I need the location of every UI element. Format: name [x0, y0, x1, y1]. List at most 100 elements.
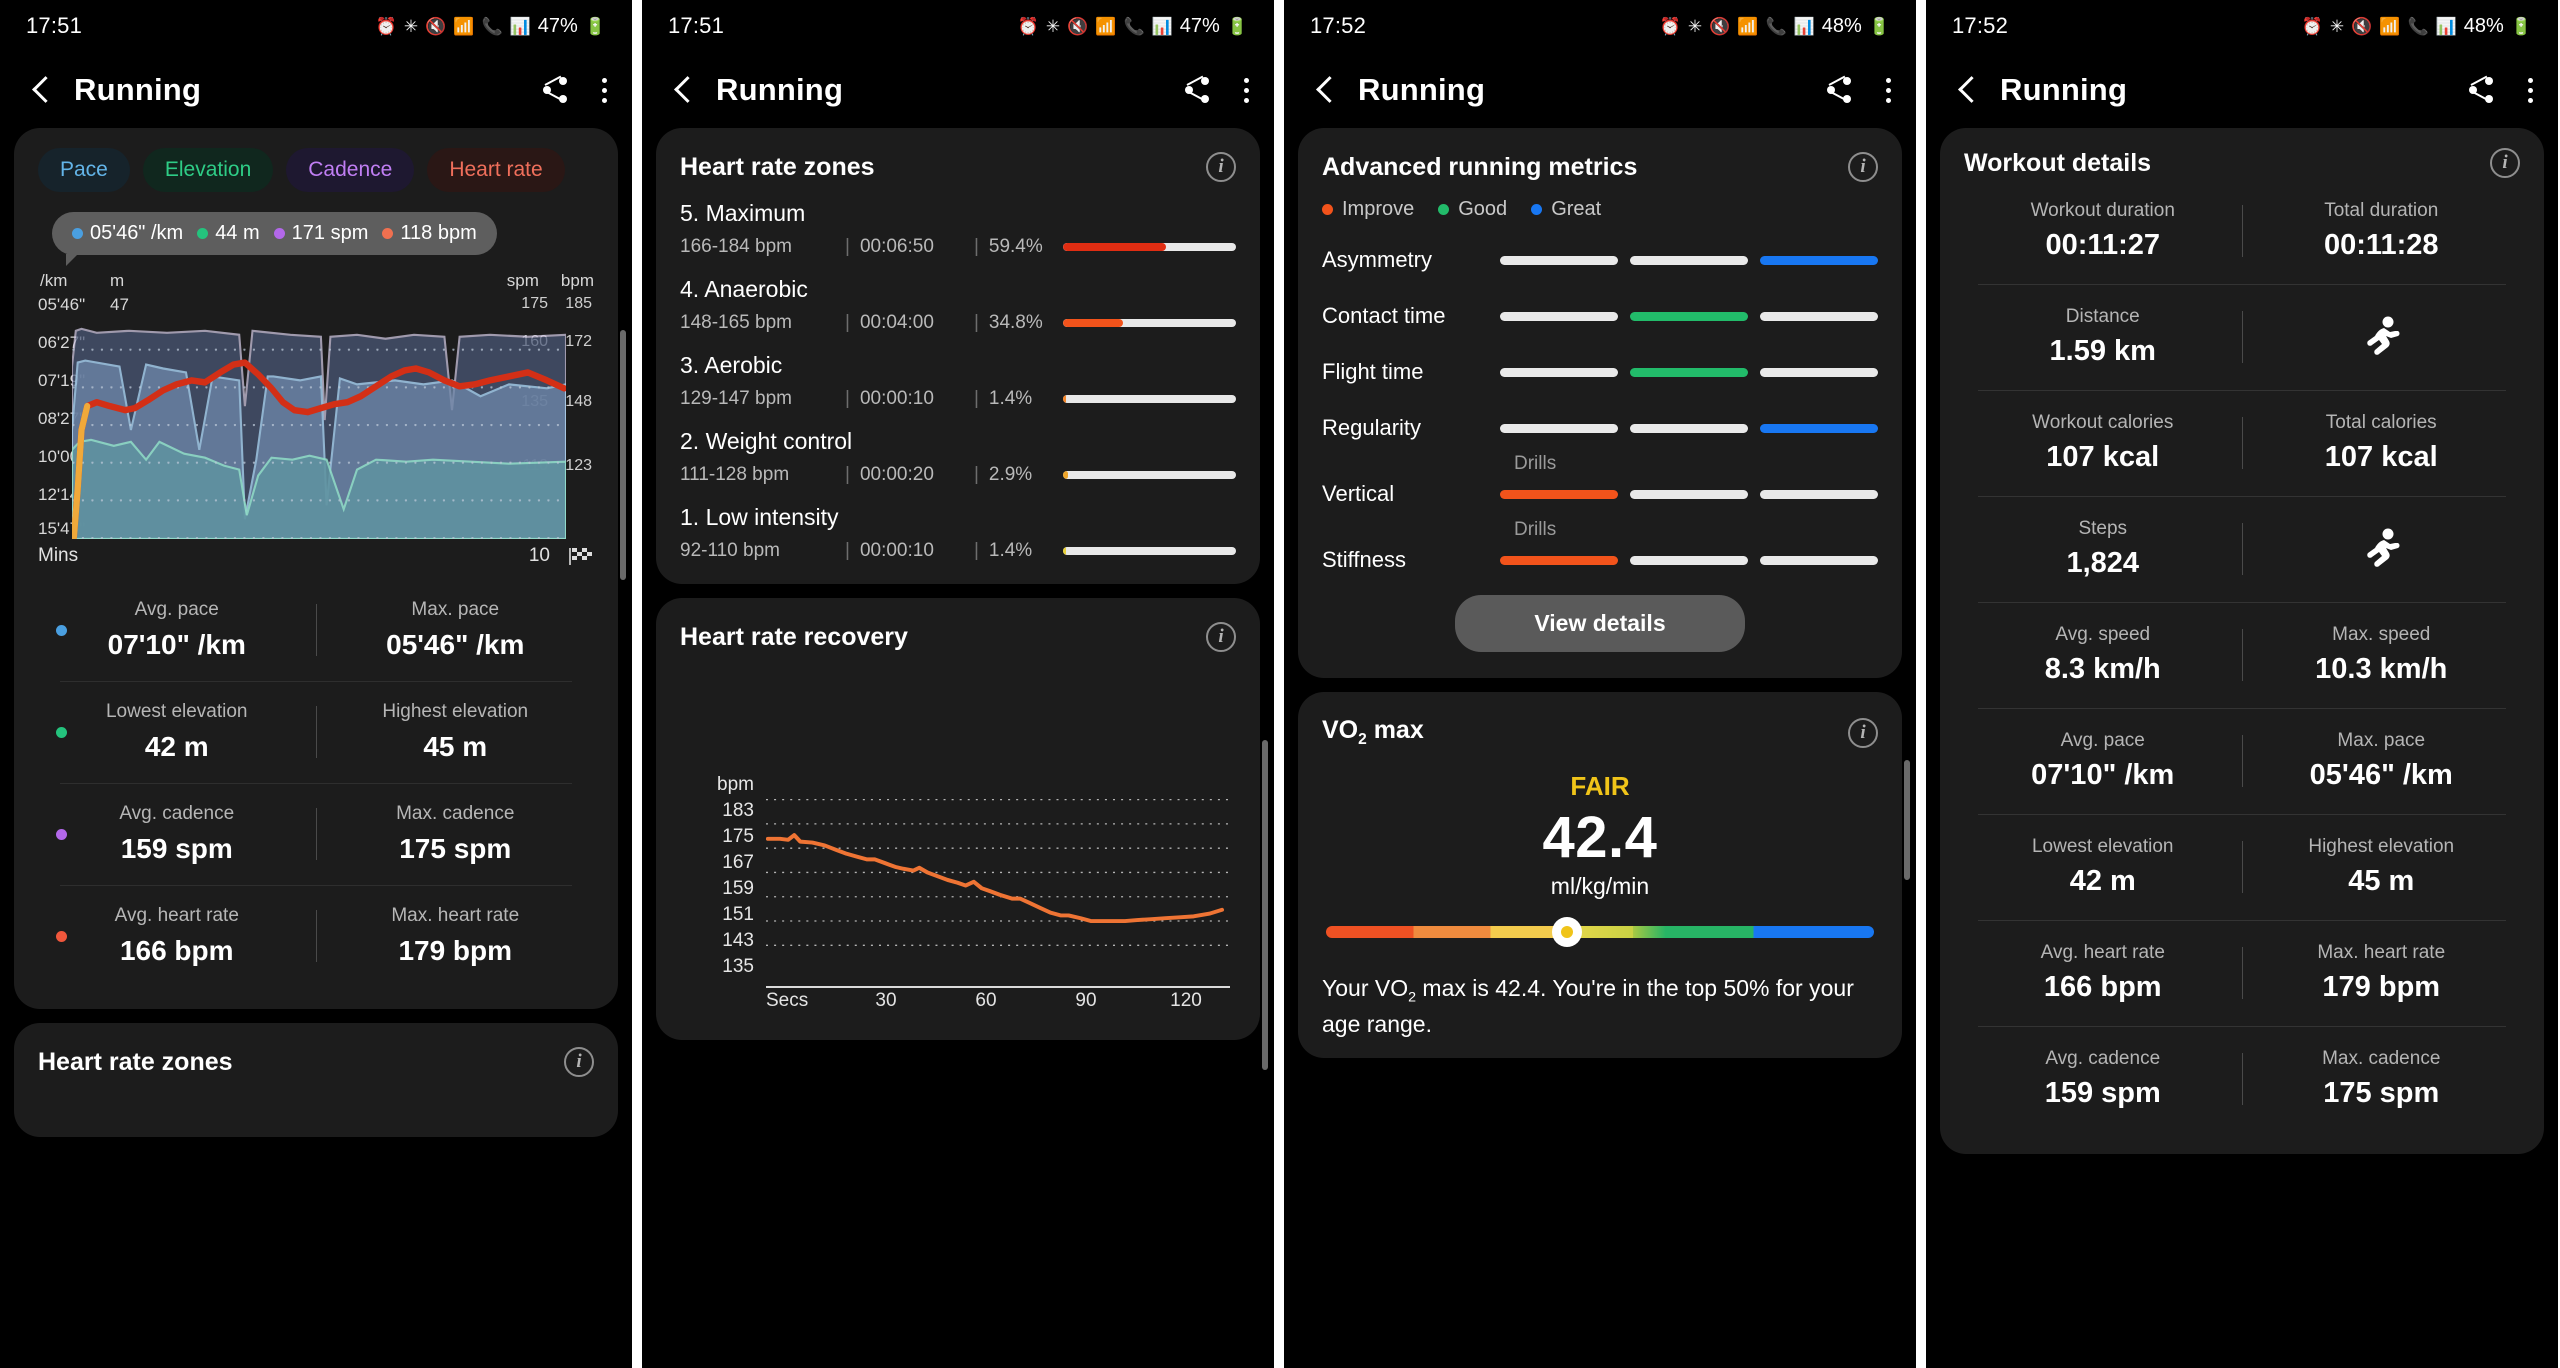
detail-value: 107 kcal	[2324, 441, 2438, 473]
activity-chart[interactable]: /km m spm bpm 05'46" 47 06'27" 07'19" 08…	[38, 271, 594, 567]
wifi-icon: 📶	[1737, 16, 1759, 36]
scrollbar[interactable]	[620, 330, 626, 580]
call-icon: 📞	[481, 16, 503, 36]
back-icon[interactable]	[1308, 73, 1342, 107]
zone-time: 00:04:00	[859, 312, 934, 333]
more-options-icon[interactable]	[2526, 77, 2534, 103]
metric-avg-cadence: Avg. cadence 159 spm	[38, 803, 316, 865]
detail-row-elevation: Lowest elevation 42 m Highest elevation …	[1964, 814, 2520, 920]
detail-steps-icon-cell	[2243, 527, 2521, 571]
more-options-icon[interactable]	[600, 77, 608, 103]
info-icon[interactable]: i	[2490, 148, 2520, 178]
metric-row-pace: Avg. pace 07'10" /km Max. pace 05'46" /k…	[38, 579, 594, 681]
share-icon[interactable]	[2468, 75, 2496, 104]
metric-avg-heart-rate: Avg. heart rate 166 bpm	[38, 905, 316, 967]
more-options-icon[interactable]	[1242, 77, 1250, 103]
battery-icon: 🔋	[1226, 16, 1248, 36]
wifi-icon: 📶	[1095, 16, 1117, 36]
battery-icon: 🔋	[1868, 16, 1890, 36]
detail-label: Avg. pace	[2060, 730, 2145, 751]
mute-icon: 🔇	[1067, 16, 1089, 36]
metric-label: Avg. pace	[134, 599, 219, 620]
vo2-value: 42.4	[1542, 805, 1658, 870]
page-title: Running	[74, 72, 202, 107]
card-title: Heart rate recovery	[680, 622, 908, 651]
scrollbar[interactable]	[1262, 740, 1268, 1070]
status-bar: 17:51 ⏰ ✳ 🔇 📶 📞 📊 47% 🔋	[0, 0, 632, 52]
detail-label: Distance	[2065, 306, 2140, 327]
app-bar: Running	[1284, 52, 1916, 128]
drills-label-vertical: Drills	[1514, 453, 1557, 474]
bluetooth-icon: ✳	[2329, 16, 2345, 36]
metric-avg-pace: Avg. pace 07'10" /km	[38, 599, 316, 661]
more-options-icon[interactable]	[1884, 77, 1892, 103]
detail-label: Avg. cadence	[2045, 1048, 2161, 1069]
info-icon[interactable]: i	[1848, 152, 1878, 182]
zone-percent: 1.4%	[988, 388, 1033, 409]
info-icon[interactable]: i	[1206, 152, 1236, 182]
legend-great: Great	[1531, 198, 1601, 221]
detail-value: 166 bpm	[2043, 971, 2162, 1003]
signal-icon: 📊	[1793, 16, 1815, 36]
status-time: 17:51	[26, 13, 83, 38]
vo2-description: Your VO2 max is 42.4. You're in the top …	[1322, 975, 1854, 1038]
tooltip-elevation-value: 44 m	[215, 222, 260, 244]
chart-tooltip: 05'46" /km 44 m 171 spm 118 bpm	[52, 212, 497, 266]
zone-percent: 59.4%	[988, 236, 1043, 257]
info-icon[interactable]: i	[1848, 717, 1878, 748]
recovery-y-tick: 143	[722, 930, 754, 951]
metric-label: Max. pace	[411, 599, 500, 620]
legend-label: Good	[1458, 198, 1508, 220]
metric-row-cadence: Avg. cadence 159 spm Max. cadence 175 sp…	[38, 783, 594, 885]
finish-flag-icon	[568, 546, 594, 566]
chip-pace[interactable]: Pace	[38, 148, 130, 192]
back-icon[interactable]	[1950, 73, 1984, 107]
detail-label: Total duration	[2324, 200, 2439, 221]
battery-level: 48%	[1821, 14, 1862, 37]
view-details-button[interactable]: View details	[1455, 595, 1745, 652]
detail-label: Max. pace	[2337, 730, 2426, 751]
wifi-icon: 📶	[2379, 16, 2401, 36]
zone-bpm: 129-147 bpm	[680, 388, 792, 409]
vo2-grade: FAIR	[1570, 771, 1630, 801]
zone-time: 00:00:10	[859, 540, 934, 561]
y-tick-bpm-3: 123	[565, 457, 592, 474]
share-icon[interactable]	[1184, 75, 1212, 104]
chip-elevation[interactable]: Elevation	[142, 148, 274, 192]
detail-max-speed: Max. speed 10.3 km/h	[2243, 624, 2521, 686]
mute-icon: 🔇	[2351, 16, 2373, 36]
chip-cadence[interactable]: Cadence	[286, 148, 415, 192]
recovery-y-tick: 167	[722, 852, 754, 873]
share-icon[interactable]	[542, 75, 570, 104]
metric-asymmetry: Asymmetry	[1322, 247, 1878, 273]
back-icon[interactable]	[24, 73, 58, 107]
info-icon[interactable]: i	[564, 1047, 594, 1077]
metric-value: 45 m	[423, 731, 488, 762]
metric-value: 42 m	[144, 731, 209, 762]
heart-rate-recovery-card: Heart rate recovery i bpm 183 175 167 15…	[656, 598, 1260, 1040]
recovery-chart: bpm 183 175 167 159 151 143 135	[680, 772, 1236, 988]
zone-row: 2. Weight control 111-128 bpm | 00:00:20 |…	[680, 428, 1236, 486]
running-icon	[2357, 315, 2405, 359]
metric-name: Stiffness	[1322, 547, 1406, 572]
tooltip-heart-rate: 118 bpm	[382, 222, 477, 245]
back-icon[interactable]	[666, 73, 700, 107]
recovery-x-tick: 90	[1075, 990, 1097, 1011]
rating-bar	[1500, 555, 1878, 565]
card-title: Workout details	[1964, 148, 2152, 177]
chart-axis-units: /km m spm bpm	[38, 271, 594, 291]
share-icon[interactable]	[1826, 75, 1854, 104]
zone-bar	[1062, 471, 1236, 479]
metric-max-cadence: Max. cadence 175 spm	[317, 803, 595, 865]
heart-rate-zones-card: Heart rate zones i 5. Maximum 166-184 bp…	[656, 128, 1260, 584]
scrollbar[interactable]	[1904, 760, 1910, 880]
detail-label: Avg. speed	[2055, 624, 2151, 645]
vo2-knob[interactable]	[1552, 917, 1583, 947]
chip-heart-rate[interactable]: Heart rate	[427, 148, 565, 192]
battery-level: 48%	[2463, 14, 2504, 37]
metric-name: Flight time	[1322, 359, 1424, 384]
detail-distance-icon-cell	[2243, 315, 2521, 359]
mute-icon: 🔇	[425, 16, 447, 36]
info-icon[interactable]: i	[1206, 622, 1236, 652]
recovery-plot	[766, 794, 1230, 964]
